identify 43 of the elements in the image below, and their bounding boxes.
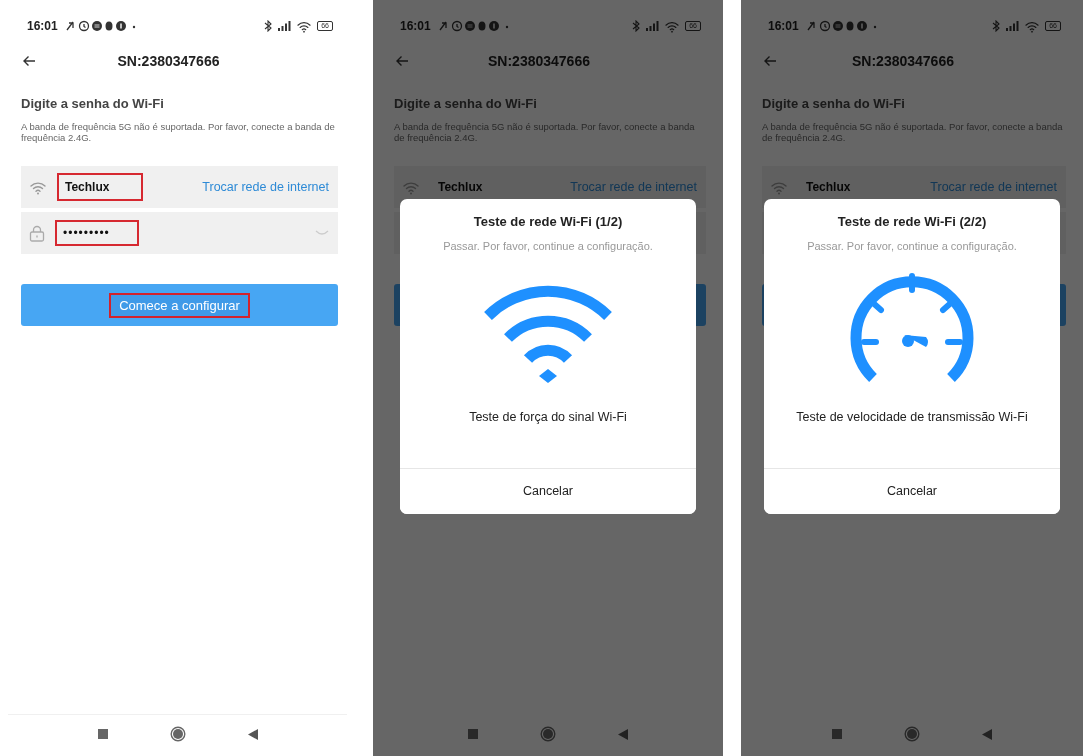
recent-apps-icon[interactable] [97,729,108,739]
cancel-button[interactable]: Cancelar [764,468,1060,514]
signal-icon [645,20,660,32]
dialog-title: Teste de rede Wi-Fi (1/2) [473,214,623,229]
bluetooth-icon [632,20,641,32]
section-heading: Digite a senha do Wi-Fi [394,96,538,111]
home-icon[interactable] [540,726,556,742]
status-time: 16:01 [400,19,431,33]
screen-title: SN:2380347666 [851,53,955,69]
dialog-message: Passar. Por favor, continue a configuração. [443,240,653,252]
wifi-icon [664,19,681,33]
bluetooth-icon [992,20,1001,32]
password-field[interactable]: ••••••••• [21,212,338,254]
change-network-link[interactable]: Trocar rede de internet [202,180,329,194]
home-icon[interactable] [904,726,920,742]
network-name: Techlux [57,173,144,201]
wifi-icon [1024,19,1041,33]
start-button[interactable]: Comece a configurar [21,284,338,326]
lock-icon [29,224,45,242]
status-time: 16:01 [27,19,58,33]
signal-icon [1005,20,1020,32]
password-value: ••••••••• [55,220,139,246]
info-text: A banda de frequência 5G não é suportada. Por favor, conecte a banda de frequência 2.4G. [21,121,336,143]
signal-icon [277,20,292,32]
section-heading: Digite a senha do Wi-Fi [21,96,165,111]
change-network-link[interactable]: Trocar rede de internet [570,180,697,194]
dialog-title: Teste de rede Wi-Fi (2/2) [837,214,987,229]
dialog-caption: Teste de força do sinal Wi-Fi [469,410,627,424]
wifi-icon [296,19,313,33]
bluetooth-icon [264,20,273,32]
change-network-link[interactable]: Trocar rede de internet [930,180,1057,194]
section-heading: Digite a senha do Wi-Fi [762,96,906,111]
back-icon[interactable] [247,728,258,740]
dialog-caption: Teste de velocidade de transmissão Wi-Fi [796,410,1028,424]
cancel-button[interactable]: Cancelar [400,468,696,514]
network-name: Techlux [805,179,852,196]
screen-title: SN:2380347666 [487,53,591,69]
dialog-message: Passar. Por favor, continue a configuração. [807,240,1017,252]
home-icon[interactable] [169,726,186,742]
status-time: 16:01 [768,19,799,33]
back-icon[interactable] [22,55,36,67]
network-name: Techlux [437,179,484,196]
screen-title: SN:2380347666 [116,53,221,69]
